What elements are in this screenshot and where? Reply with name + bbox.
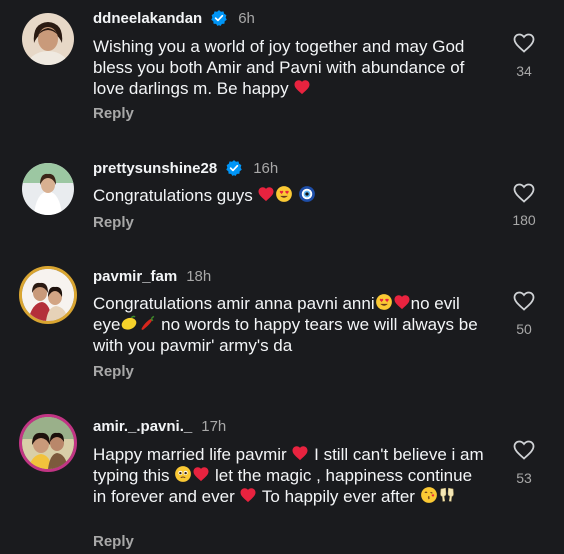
username[interactable]: amir._.pavni._ xyxy=(93,418,192,435)
like-count: 180 xyxy=(512,212,536,228)
like-count: 50 xyxy=(516,321,532,337)
comment-meta: pavmir_fam 18h xyxy=(93,266,211,286)
timestamp: 6h xyxy=(238,9,255,27)
red-heart-emoji xyxy=(192,465,210,483)
reply-button[interactable]: Reply xyxy=(93,214,134,231)
verified-badge-icon xyxy=(225,159,243,177)
username[interactable]: prettysunshine28 xyxy=(93,160,217,177)
comment-meta: ddneelakandan 6h xyxy=(93,8,255,28)
heart-outline-icon xyxy=(511,438,537,462)
comment-text: Congratulations amir anna pavni anni no e… xyxy=(93,293,478,355)
comment-meta: amir._.pavni._ 17h xyxy=(93,416,226,436)
heart-eyes-emoji xyxy=(275,185,293,203)
red-heart-emoji xyxy=(393,293,411,311)
timestamp: 18h xyxy=(186,267,212,285)
face-blowing-kiss-emoji xyxy=(420,486,438,504)
heart-eyes-emoji xyxy=(375,293,393,311)
comment-text: Wishing you a world of joy together and … xyxy=(93,37,465,98)
verified-badge-icon xyxy=(210,9,228,27)
heart-outline-icon xyxy=(511,289,537,313)
timestamp: 16h xyxy=(253,159,279,177)
avatar[interactable] xyxy=(19,266,77,324)
like-count: 34 xyxy=(516,63,532,79)
red-heart-emoji xyxy=(239,486,257,504)
like-button[interactable] xyxy=(508,31,540,55)
red-heart-emoji xyxy=(293,78,311,96)
reply-button[interactable]: Reply xyxy=(93,363,134,380)
avatar[interactable] xyxy=(19,414,77,472)
avatar[interactable] xyxy=(22,163,74,215)
hot-pepper-emoji xyxy=(138,314,156,332)
like-count: 53 xyxy=(516,470,532,486)
red-heart-emoji xyxy=(257,185,275,203)
reply-button[interactable]: Reply xyxy=(93,105,134,122)
pleading-face-emoji xyxy=(174,465,192,483)
avatar[interactable] xyxy=(22,13,74,65)
heart-outline-icon xyxy=(511,31,537,55)
username[interactable]: pavmir_fam xyxy=(93,268,177,285)
comment-text: Congratulations guys xyxy=(93,185,488,206)
heart-outline-icon xyxy=(511,181,537,205)
lemon-emoji xyxy=(120,314,138,332)
like-button[interactable] xyxy=(508,289,540,313)
clinking-glasses-emoji xyxy=(438,486,456,504)
comment-text: Happy married life pavmir I still can't … xyxy=(93,444,484,506)
username[interactable]: ddneelakandan xyxy=(93,10,202,27)
timestamp: 17h xyxy=(201,417,227,435)
comment-thread: ddneelakandan 6h Wishing you a world of … xyxy=(0,0,564,554)
reply-button[interactable]: Reply xyxy=(93,533,134,550)
nazar-amulet-emoji xyxy=(298,185,316,203)
comment-meta: prettysunshine28 16h xyxy=(93,158,278,178)
red-heart-emoji xyxy=(291,444,309,462)
like-button[interactable] xyxy=(508,438,540,462)
like-button[interactable] xyxy=(508,181,540,205)
